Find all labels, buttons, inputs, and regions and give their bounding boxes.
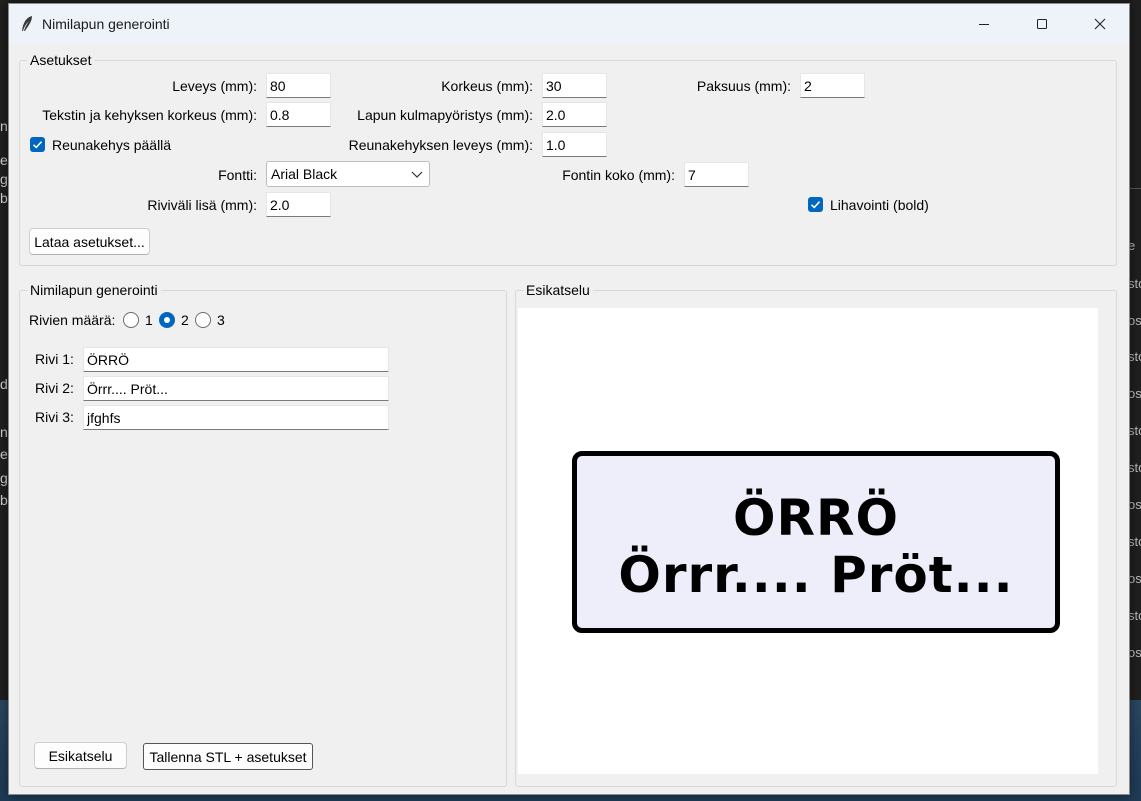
preview-canvas: ÖRRÖ Örrr.... Pröt... xyxy=(518,308,1098,774)
width-label: Leveys (mm): xyxy=(172,78,257,94)
close-button[interactable] xyxy=(1071,4,1129,44)
checkmark-icon xyxy=(32,141,43,149)
checkmark-icon xyxy=(810,201,821,209)
name-label-plate: ÖRRÖ Örrr.... Pröt... xyxy=(572,451,1060,633)
row-count-radio-2[interactable] xyxy=(159,312,175,328)
minimize-icon xyxy=(979,24,989,25)
text-frame-height-input[interactable] xyxy=(266,102,331,127)
settings-group-title: Asetukset xyxy=(27,52,95,68)
row-2-label: Rivi 2: xyxy=(35,380,74,396)
row-3-label: Rivi 3: xyxy=(35,409,74,425)
thickness-label: Paksuus (mm): xyxy=(696,78,791,94)
preview-group-title: Esikatselu xyxy=(523,282,593,298)
row-count-radio-1[interactable] xyxy=(123,312,139,328)
line-spacing-input[interactable] xyxy=(266,192,331,217)
row-count-option-label[interactable]: 1 xyxy=(145,311,153,329)
row-1-input[interactable] xyxy=(83,347,389,372)
font-select[interactable]: Arial Black xyxy=(266,161,430,187)
row-3-input[interactable] xyxy=(83,405,389,430)
line-spacing-label: Riviväli lisä (mm): xyxy=(147,197,257,213)
border-width-label: Reunakehyksen leveys (mm): xyxy=(348,137,533,153)
border-enabled-label[interactable]: Reunakehys päällä xyxy=(52,136,171,154)
row-count-option-label[interactable]: 3 xyxy=(217,311,225,329)
corner-radius-label: Lapun kulmapyöristys (mm): xyxy=(357,107,533,123)
font-size-input[interactable] xyxy=(684,162,749,187)
row-count-label: Rivien määrä: xyxy=(29,312,116,328)
border-enabled-checkbox[interactable] xyxy=(30,137,45,152)
row-1-label: Rivi 1: xyxy=(35,351,74,367)
generation-group-title: Nimilapun generointi xyxy=(27,282,161,298)
feather-icon xyxy=(22,16,32,31)
text-frame-height-label: Tekstin ja kehyksen korkeus (mm): xyxy=(42,107,257,123)
background-text: e xyxy=(0,152,8,168)
plate-line-1: ÖRRÖ xyxy=(732,489,899,547)
bold-label[interactable]: Lihavointi (bold) xyxy=(830,196,929,214)
thickness-input[interactable] xyxy=(800,73,865,98)
save-stl-button[interactable]: Tallenna STL + asetukset xyxy=(143,743,313,770)
background-text: n xyxy=(0,424,8,440)
background-text: g xyxy=(0,171,8,187)
row-count-radio-3[interactable] xyxy=(195,312,211,328)
background-text: n xyxy=(0,118,8,134)
corner-radius-input[interactable] xyxy=(542,102,607,127)
background-text: g xyxy=(0,470,8,486)
chevron-down-icon xyxy=(411,171,423,178)
font-size-label: Fontin koko (mm): xyxy=(562,167,675,183)
load-settings-button[interactable]: Lataa asetukset... xyxy=(29,228,150,255)
plate-line-2: Örrr.... Pröt... xyxy=(618,546,1014,604)
close-icon xyxy=(1094,18,1106,30)
row-2-input[interactable] xyxy=(83,376,389,401)
width-input[interactable] xyxy=(266,73,331,98)
minimize-button[interactable] xyxy=(955,4,1013,44)
title-bar[interactable]: Nimilapun generointi xyxy=(9,4,1129,44)
bold-checkbox[interactable] xyxy=(808,197,823,212)
row-count-option-label[interactable]: 2 xyxy=(181,311,189,329)
maximize-button[interactable] xyxy=(1013,4,1071,44)
background-text: e xyxy=(0,446,8,462)
font-label: Fontti: xyxy=(218,167,257,183)
window-title: Nimilapun generointi xyxy=(42,16,170,32)
background-text: b xyxy=(0,190,8,206)
height-label: Korkeus (mm): xyxy=(441,78,533,94)
height-input[interactable] xyxy=(542,73,607,98)
background-divider xyxy=(1130,188,1141,189)
font-select-value: Arial Black xyxy=(271,166,338,182)
preview-button[interactable]: Esikatselu xyxy=(34,742,127,769)
background-text: b xyxy=(0,492,8,508)
border-width-input[interactable] xyxy=(542,132,607,157)
maximize-icon xyxy=(1037,19,1047,29)
background-text: d xyxy=(0,376,8,392)
